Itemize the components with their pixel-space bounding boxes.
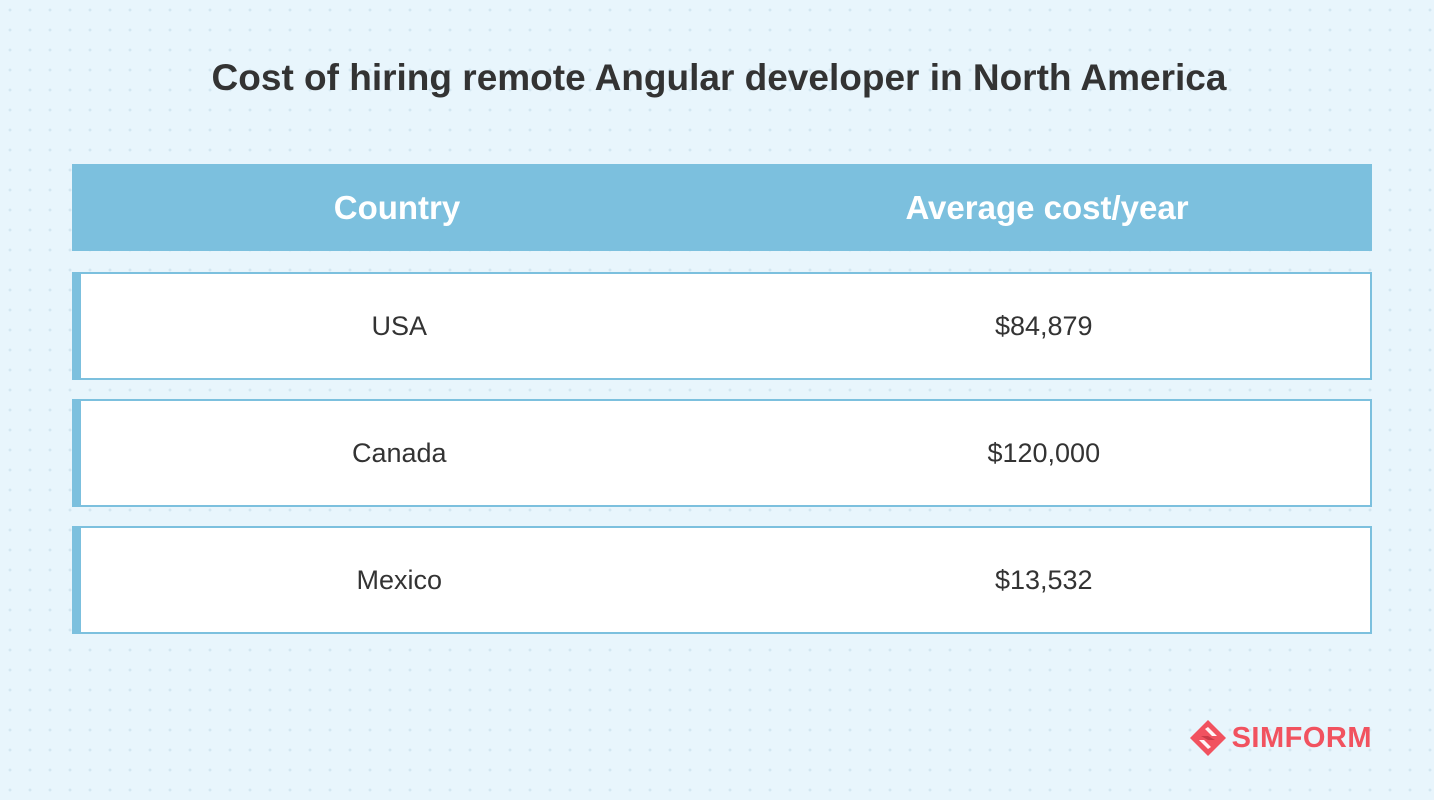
cost-cell: $120,000 — [987, 437, 1101, 468]
simform-logo-icon — [1189, 720, 1226, 756]
column-header-country: Country — [333, 188, 461, 226]
country-cell: USA — [371, 310, 428, 341]
table-row: Canada $120,000 — [72, 399, 1372, 507]
table-row: USA $84,879 — [72, 272, 1372, 380]
cost-cell: $13,532 — [994, 564, 1093, 595]
page-title: Cost of hiring remote Angular developer … — [211, 57, 1227, 98]
table-header: Country Average cost/year — [72, 164, 1372, 251]
cost-table: Country Average cost/year USA $84,879 Ca… — [72, 164, 1372, 653]
brand-name: SIMFORM — [1231, 721, 1372, 754]
column-header-cost: Average cost/year — [905, 188, 1189, 226]
cost-cell: $84,879 — [994, 310, 1093, 341]
table-row: Mexico $13,532 — [72, 526, 1372, 634]
country-cell: Mexico — [356, 564, 443, 595]
country-cell: Canada — [351, 437, 447, 468]
simform-logo: SIMFORM — [1188, 718, 1372, 758]
table-body: USA $84,879 Canada $120,000 Mexico $13,5… — [72, 272, 1372, 634]
